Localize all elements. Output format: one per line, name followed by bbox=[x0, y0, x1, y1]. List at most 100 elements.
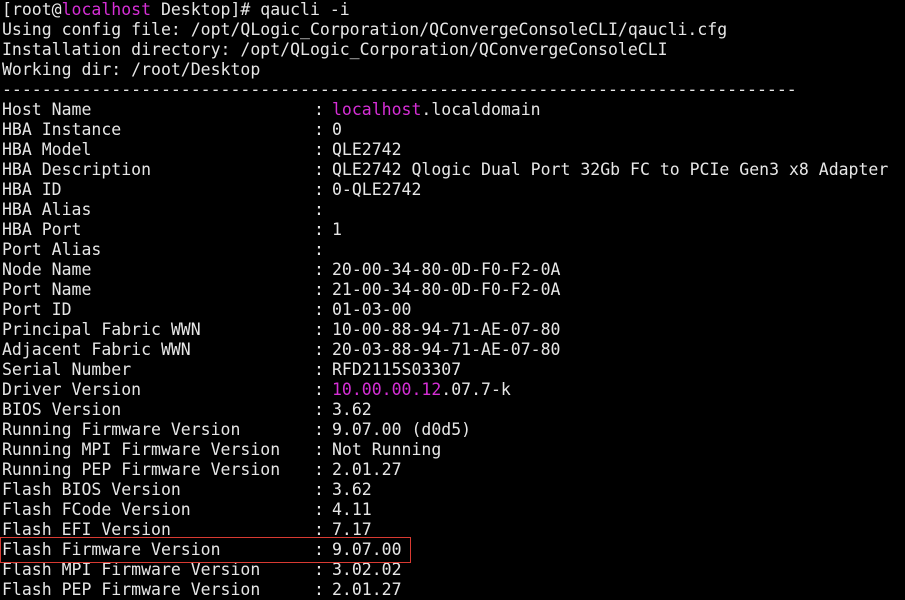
hba-id-key: HBA ID bbox=[2, 180, 62, 199]
bios-version-value: 3.62 bbox=[332, 400, 372, 419]
flash-bios-version-key: Flash BIOS Version bbox=[2, 480, 181, 499]
separator: : bbox=[314, 340, 324, 359]
bios-version-key: BIOS Version bbox=[2, 400, 122, 419]
serial-number-row: Serial Number: RFD2115S03307 bbox=[2, 360, 905, 380]
separator: : bbox=[314, 560, 324, 579]
prompt-open-bracket: [ bbox=[2, 0, 12, 19]
port-alias-row: Port Alias: bbox=[2, 240, 905, 260]
separator: : bbox=[314, 260, 324, 279]
driver-version-key: Driver Version bbox=[2, 380, 142, 399]
hba-id-row: HBA ID:0-QLE2742 bbox=[2, 180, 905, 200]
flash-efi-version-value: 7.17 bbox=[332, 520, 372, 539]
flash-fcode-version-row: Flash FCode Version:4.11 bbox=[2, 500, 905, 520]
port-id-value: 01-03-00 bbox=[332, 300, 412, 319]
terminal-window[interactable]: [root@localhost Desktop]# qaucli -i Usin… bbox=[2, 0, 905, 600]
separator: : bbox=[314, 380, 324, 399]
driver-version-row: Driver Version:10.00.00.12.07.7-k bbox=[2, 380, 905, 400]
port-id-row: Port ID:01-03-00 bbox=[2, 300, 905, 320]
config-file-line: Using config file: /opt/QLogic_Corporati… bbox=[2, 20, 728, 39]
working-dir-line: Working dir: /root/Desktop bbox=[2, 60, 261, 79]
running-firmware-version-key: Running Firmware Version bbox=[2, 420, 241, 439]
flash-pep-firmware-version-row: Flash PEP Firmware Version:2.01.27 bbox=[2, 580, 905, 600]
node-name-value: 20-00-34-80-0D-F0-F2-0A bbox=[332, 260, 561, 279]
flash-mpi-firmware-version-row: Flash MPI Firmware Version:3.02.02 bbox=[2, 560, 905, 580]
adjacent-fabric-wwn-value: 20-03-88-94-71-AE-07-80 bbox=[332, 340, 561, 359]
flash-efi-version-key: Flash EFI Version bbox=[2, 520, 171, 539]
hba-id-value: 0-QLE2742 bbox=[332, 180, 422, 199]
port-id-key: Port ID bbox=[2, 300, 72, 319]
principal-fabric-wwn-value: 10-00-88-94-71-AE-07-80 bbox=[332, 320, 561, 339]
hba-model-row: HBA Model: QLE2742 bbox=[2, 140, 905, 160]
hba-description-key: HBA Description bbox=[2, 160, 152, 179]
hba-port-key: HBA Port bbox=[2, 220, 82, 239]
port-name-value: 21-00-34-80-0D-F0-F2-0A bbox=[332, 280, 561, 299]
separator: : bbox=[314, 540, 324, 559]
running-pep-firmware-version-key: Running PEP Firmware Version bbox=[2, 460, 281, 479]
flash-fcode-version-key: Flash FCode Version bbox=[2, 500, 191, 519]
separator: : bbox=[314, 480, 324, 499]
separator: : bbox=[314, 180, 324, 199]
separator: : bbox=[314, 120, 324, 139]
port-name-key: Port Name bbox=[2, 280, 92, 299]
hba-port-row: HBA Port:1 bbox=[2, 220, 905, 240]
separator: : bbox=[314, 420, 324, 439]
flash-firmware-version-key: Flash Firmware Version bbox=[2, 540, 221, 559]
prompt-user: root@ bbox=[11, 0, 62, 19]
separator: : bbox=[314, 240, 324, 259]
host-name-value: .localdomain bbox=[421, 100, 541, 119]
hba-description-row: HBA Description: QLE2742 Qlogic Dual Port… bbox=[2, 160, 905, 180]
driver-version-value: .07.7-k bbox=[441, 380, 511, 399]
hba-model-key: HBA Model bbox=[2, 140, 92, 159]
adjacent-fabric-wwn-key: Adjacent Fabric WWN bbox=[2, 340, 191, 359]
separator: : bbox=[314, 300, 324, 319]
host-name-row: Host Name: localhost.localdomain bbox=[2, 100, 905, 120]
separator: : bbox=[314, 100, 324, 119]
separator: : bbox=[314, 360, 324, 379]
port-alias-key: Port Alias bbox=[2, 240, 102, 259]
separator: : bbox=[314, 500, 324, 519]
separator: : bbox=[314, 320, 324, 339]
separator: : bbox=[314, 140, 324, 159]
serial-number-key: Serial Number bbox=[2, 360, 132, 379]
flash-bios-version-row: Flash BIOS Version:3.62 bbox=[2, 480, 905, 500]
separator: : bbox=[314, 580, 324, 599]
running-firmware-version-row: Running Firmware Version:9.07.00 (d0d5) bbox=[2, 420, 905, 440]
hba-instance-key: HBA Instance bbox=[2, 120, 122, 139]
flash-pep-firmware-version-value: 2.01.27 bbox=[332, 580, 402, 599]
separator: : bbox=[314, 280, 324, 299]
node-name-row: Node Name:20-00-34-80-0D-F0-F2-0A bbox=[2, 260, 905, 280]
adjacent-fabric-wwn-row: Adjacent Fabric WWN:20-03-88-94-71-AE-07… bbox=[2, 340, 905, 360]
prompt-host: localhost bbox=[61, 0, 152, 19]
hba-port-value: 1 bbox=[332, 220, 342, 239]
hba-alias-row: HBA Alias: bbox=[2, 200, 905, 220]
node-name-key: Node Name bbox=[2, 260, 92, 279]
principal-fabric-wwn-row: Principal Fabric WWN:10-00-88-94-71-AE-0… bbox=[2, 320, 905, 340]
separator: : bbox=[314, 440, 324, 459]
flash-bios-version-value: 3.62 bbox=[332, 480, 372, 499]
prompt-command: qaucli -i bbox=[260, 0, 350, 19]
principal-fabric-wwn-key: Principal Fabric WWN bbox=[2, 320, 201, 339]
flash-mpi-firmware-version-value: 3.02.02 bbox=[332, 560, 402, 579]
separator: : bbox=[314, 220, 324, 239]
hba-description-value: QLE2742 Qlogic Dual Port 32Gb FC to PCIe… bbox=[332, 160, 889, 179]
flash-mpi-firmware-version-key: Flash MPI Firmware Version bbox=[2, 560, 261, 579]
install-dir-line: Installation directory: /opt/QLogic_Corp… bbox=[2, 40, 668, 59]
serial-number-value: RFD2115S03307 bbox=[332, 360, 462, 379]
flash-fcode-version-value: 4.11 bbox=[332, 500, 372, 519]
driver-version-highlight: 10.00.00.12 bbox=[332, 380, 442, 399]
hba-alias-key: HBA Alias bbox=[2, 200, 92, 219]
port-name-row: Port Name:21-00-34-80-0D-F0-F2-0A bbox=[2, 280, 905, 300]
running-mpi-firmware-version-row: Running MPI Firmware Version: Not Running bbox=[2, 440, 905, 460]
host-name-highlight: localhost bbox=[332, 100, 422, 119]
bios-version-row: BIOS Version:3.62 bbox=[2, 400, 905, 420]
separator: : bbox=[314, 200, 324, 219]
separator: : bbox=[314, 520, 324, 539]
separator: : bbox=[314, 160, 324, 179]
command-prompt-line: [root@localhost Desktop]# qaucli -i bbox=[2, 0, 905, 20]
flash-firmware-version-row: Flash Firmware Version:9.07.00 bbox=[2, 540, 905, 560]
host-name-key: Host Name bbox=[2, 100, 92, 119]
hba-instance-row: HBA Instance:0 bbox=[2, 120, 905, 140]
flash-firmware-version-value: 9.07.00 bbox=[332, 540, 402, 559]
hba-instance-value: 0 bbox=[332, 120, 342, 139]
prompt-dir: Desktop]# bbox=[151, 0, 261, 19]
